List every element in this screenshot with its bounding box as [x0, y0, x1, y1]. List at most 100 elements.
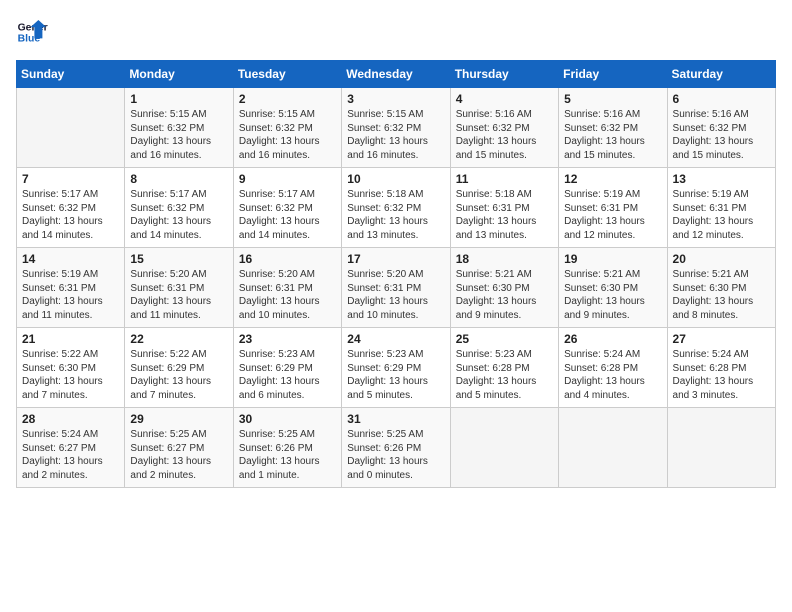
- calendar-cell: 23 Sunrise: 5:23 AM Sunset: 6:29 PM Dayli…: [233, 328, 341, 408]
- day-info: Sunrise: 5:24 AM Sunset: 6:28 PM Dayligh…: [564, 348, 661, 402]
- calendar-cell: [559, 408, 667, 488]
- day-info: Sunrise: 5:15 AM Sunset: 6:32 PM Dayligh…: [347, 108, 444, 162]
- day-number: 22: [130, 332, 227, 346]
- day-number: 12: [564, 172, 661, 186]
- page-header: General Blue: [16, 16, 776, 48]
- calendar-cell: 20 Sunrise: 5:21 AM Sunset: 6:30 PM Dayli…: [667, 248, 775, 328]
- day-info: Sunrise: 5:16 AM Sunset: 6:32 PM Dayligh…: [456, 108, 553, 162]
- calendar-cell: 25 Sunrise: 5:23 AM Sunset: 6:28 PM Dayli…: [450, 328, 558, 408]
- calendar-cell: [450, 408, 558, 488]
- day-number: 15: [130, 252, 227, 266]
- calendar-cell: 28 Sunrise: 5:24 AM Sunset: 6:27 PM Dayli…: [17, 408, 125, 488]
- day-info: Sunrise: 5:21 AM Sunset: 6:30 PM Dayligh…: [564, 268, 661, 322]
- calendar-cell: 12 Sunrise: 5:19 AM Sunset: 6:31 PM Dayli…: [559, 168, 667, 248]
- day-number: 19: [564, 252, 661, 266]
- day-info: Sunrise: 5:17 AM Sunset: 6:32 PM Dayligh…: [239, 188, 336, 242]
- day-info: Sunrise: 5:23 AM Sunset: 6:29 PM Dayligh…: [239, 348, 336, 402]
- calendar-week-row: 21Sunrise: 5:22 AM Sunset: 6:30 PM Dayli…: [17, 328, 776, 408]
- day-number: 7: [22, 172, 119, 186]
- day-number: 11: [456, 172, 553, 186]
- day-number: 13: [673, 172, 770, 186]
- day-info: Sunrise: 5:24 AM Sunset: 6:27 PM Dayligh…: [22, 428, 119, 482]
- day-info: Sunrise: 5:23 AM Sunset: 6:29 PM Dayligh…: [347, 348, 444, 402]
- calendar-cell: 31Sunrise: 5:25 AM Sunset: 6:26 PM Dayli…: [342, 408, 450, 488]
- day-info: Sunrise: 5:19 AM Sunset: 6:31 PM Dayligh…: [673, 188, 770, 242]
- weekday-header-cell: Friday: [559, 61, 667, 88]
- weekday-header-cell: Monday: [125, 61, 233, 88]
- weekday-header-cell: Thursday: [450, 61, 558, 88]
- calendar-cell: 5 Sunrise: 5:16 AM Sunset: 6:32 PM Daylig…: [559, 88, 667, 168]
- day-info: Sunrise: 5:15 AM Sunset: 6:32 PM Dayligh…: [239, 108, 336, 162]
- calendar-cell: 6 Sunrise: 5:16 AM Sunset: 6:32 PM Daylig…: [667, 88, 775, 168]
- day-info: Sunrise: 5:20 AM Sunset: 6:31 PM Dayligh…: [239, 268, 336, 322]
- day-number: 18: [456, 252, 553, 266]
- day-number: 3: [347, 92, 444, 106]
- calendar-body: 1 Sunrise: 5:15 AM Sunset: 6:32 PM Daylig…: [17, 88, 776, 488]
- day-number: 17: [347, 252, 444, 266]
- calendar-table: SundayMondayTuesdayWednesdayThursdayFrid…: [16, 60, 776, 488]
- day-info: Sunrise: 5:25 AM Sunset: 6:27 PM Dayligh…: [130, 428, 227, 482]
- day-number: 21: [22, 332, 119, 346]
- calendar-cell: 9 Sunrise: 5:17 AM Sunset: 6:32 PM Daylig…: [233, 168, 341, 248]
- calendar-cell: [17, 88, 125, 168]
- day-number: 26: [564, 332, 661, 346]
- day-info: Sunrise: 5:18 AM Sunset: 6:31 PM Dayligh…: [456, 188, 553, 242]
- calendar-cell: 7 Sunrise: 5:17 AM Sunset: 6:32 PM Daylig…: [17, 168, 125, 248]
- weekday-header-cell: Tuesday: [233, 61, 341, 88]
- day-number: 30: [239, 412, 336, 426]
- calendar-cell: 13 Sunrise: 5:19 AM Sunset: 6:31 PM Dayli…: [667, 168, 775, 248]
- svg-text:General: General: [18, 22, 48, 33]
- day-number: 25: [456, 332, 553, 346]
- day-info: Sunrise: 5:23 AM Sunset: 6:28 PM Dayligh…: [456, 348, 553, 402]
- day-info: Sunrise: 5:19 AM Sunset: 6:31 PM Dayligh…: [564, 188, 661, 242]
- day-info: Sunrise: 5:24 AM Sunset: 6:28 PM Dayligh…: [673, 348, 770, 402]
- weekday-header-cell: Saturday: [667, 61, 775, 88]
- day-number: 4: [456, 92, 553, 106]
- calendar-cell: 29 Sunrise: 5:25 AM Sunset: 6:27 PM Dayli…: [125, 408, 233, 488]
- day-number: 5: [564, 92, 661, 106]
- day-number: 29: [130, 412, 227, 426]
- day-number: 2: [239, 92, 336, 106]
- logo: General Blue: [16, 16, 48, 48]
- day-info: Sunrise: 5:21 AM Sunset: 6:30 PM Dayligh…: [456, 268, 553, 322]
- day-number: 6: [673, 92, 770, 106]
- day-info: Sunrise: 5:15 AM Sunset: 6:32 PM Dayligh…: [130, 108, 227, 162]
- day-info: Sunrise: 5:20 AM Sunset: 6:31 PM Dayligh…: [347, 268, 444, 322]
- day-number: 8: [130, 172, 227, 186]
- day-number: 10: [347, 172, 444, 186]
- calendar-cell: 2 Sunrise: 5:15 AM Sunset: 6:32 PM Daylig…: [233, 88, 341, 168]
- calendar-cell: 15 Sunrise: 5:20 AM Sunset: 6:31 PM Dayli…: [125, 248, 233, 328]
- calendar-cell: 27 Sunrise: 5:24 AM Sunset: 6:28 PM Dayli…: [667, 328, 775, 408]
- calendar-cell: 24Sunrise: 5:23 AM Sunset: 6:29 PM Dayli…: [342, 328, 450, 408]
- calendar-cell: 17 Sunrise: 5:20 AM Sunset: 6:31 PM Dayli…: [342, 248, 450, 328]
- day-number: 23: [239, 332, 336, 346]
- calendar-cell: 4 Sunrise: 5:16 AM Sunset: 6:32 PM Daylig…: [450, 88, 558, 168]
- day-number: 14: [22, 252, 119, 266]
- day-info: Sunrise: 5:22 AM Sunset: 6:29 PM Dayligh…: [130, 348, 227, 402]
- calendar-cell: 14Sunrise: 5:19 AM Sunset: 6:31 PM Dayli…: [17, 248, 125, 328]
- calendar-cell: 8Sunrise: 5:17 AM Sunset: 6:32 PM Daylig…: [125, 168, 233, 248]
- day-number: 16: [239, 252, 336, 266]
- day-info: Sunrise: 5:21 AM Sunset: 6:30 PM Dayligh…: [673, 268, 770, 322]
- calendar-cell: 1 Sunrise: 5:15 AM Sunset: 6:32 PM Daylig…: [125, 88, 233, 168]
- day-info: Sunrise: 5:16 AM Sunset: 6:32 PM Dayligh…: [564, 108, 661, 162]
- day-info: Sunrise: 5:16 AM Sunset: 6:32 PM Dayligh…: [673, 108, 770, 162]
- calendar-cell: 19 Sunrise: 5:21 AM Sunset: 6:30 PM Dayli…: [559, 248, 667, 328]
- calendar-cell: 3 Sunrise: 5:15 AM Sunset: 6:32 PM Daylig…: [342, 88, 450, 168]
- day-info: Sunrise: 5:17 AM Sunset: 6:32 PM Dayligh…: [22, 188, 119, 242]
- day-info: Sunrise: 5:25 AM Sunset: 6:26 PM Dayligh…: [347, 428, 444, 482]
- calendar-cell: 30Sunrise: 5:25 AM Sunset: 6:26 PM Dayli…: [233, 408, 341, 488]
- day-number: 27: [673, 332, 770, 346]
- day-number: 20: [673, 252, 770, 266]
- calendar-week-row: 7 Sunrise: 5:17 AM Sunset: 6:32 PM Daylig…: [17, 168, 776, 248]
- day-number: 28: [22, 412, 119, 426]
- weekday-header-cell: Sunday: [17, 61, 125, 88]
- calendar-cell: 10Sunrise: 5:18 AM Sunset: 6:32 PM Dayli…: [342, 168, 450, 248]
- day-number: 1: [130, 92, 227, 106]
- day-info: Sunrise: 5:20 AM Sunset: 6:31 PM Dayligh…: [130, 268, 227, 322]
- calendar-week-row: 1 Sunrise: 5:15 AM Sunset: 6:32 PM Daylig…: [17, 88, 776, 168]
- calendar-week-row: 28 Sunrise: 5:24 AM Sunset: 6:27 PM Dayli…: [17, 408, 776, 488]
- day-number: 9: [239, 172, 336, 186]
- calendar-cell: 22 Sunrise: 5:22 AM Sunset: 6:29 PM Dayli…: [125, 328, 233, 408]
- calendar-cell: [667, 408, 775, 488]
